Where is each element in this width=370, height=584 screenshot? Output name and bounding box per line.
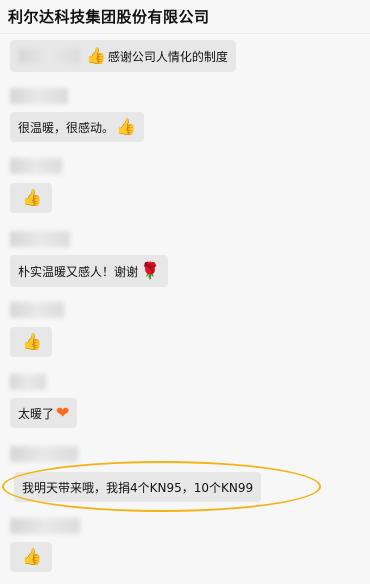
message-text: 朴实温暖又感人！谢谢 (18, 264, 139, 279)
redacted-sender-name (10, 88, 68, 104)
chat-message-bubble: 👍 (10, 542, 52, 572)
chat-message-bubble: 👍 感谢公司人情化的制度 (10, 40, 236, 72)
thumbs-up-icon: 👍 (22, 547, 42, 566)
thumbs-up-icon: 👍 (22, 332, 42, 351)
redacted-sender-name (10, 446, 78, 462)
redacted-sender-name (10, 231, 70, 247)
chat-message-bubble: 朴实温暖又感人！谢谢 🌹 (10, 255, 168, 287)
chat-message-bubble: 太暖了 ❤ (10, 398, 78, 428)
redacted-name (18, 49, 80, 63)
thumbs-up-icon: 👍 (22, 188, 42, 207)
redacted-sender-name (10, 518, 80, 534)
highlight-circle (2, 461, 321, 512)
heart-icon: ❤ (56, 403, 70, 422)
chat-message-bubble: 很温暖，很感动。 👍 (10, 112, 144, 142)
message-text: 太暖了 (18, 406, 55, 421)
thumbs-up-icon: 👍 (116, 117, 136, 136)
chat-message-bubble: 👍 (10, 183, 52, 213)
page-title: 利尔达科技集团股份有限公司 (8, 8, 210, 26)
rose-icon: 🌹 (140, 261, 160, 280)
chat-message-bubble: 👍 (10, 327, 52, 357)
message-text: 感谢公司人情化的制度 (107, 49, 228, 64)
header-divider (0, 33, 370, 34)
thumbs-up-icon: 👍 (86, 46, 106, 65)
redacted-sender-name (10, 158, 62, 174)
redacted-sender-name (10, 302, 64, 318)
redacted-sender-name (10, 374, 46, 390)
message-text: 很温暖，很感动。 (18, 120, 115, 135)
